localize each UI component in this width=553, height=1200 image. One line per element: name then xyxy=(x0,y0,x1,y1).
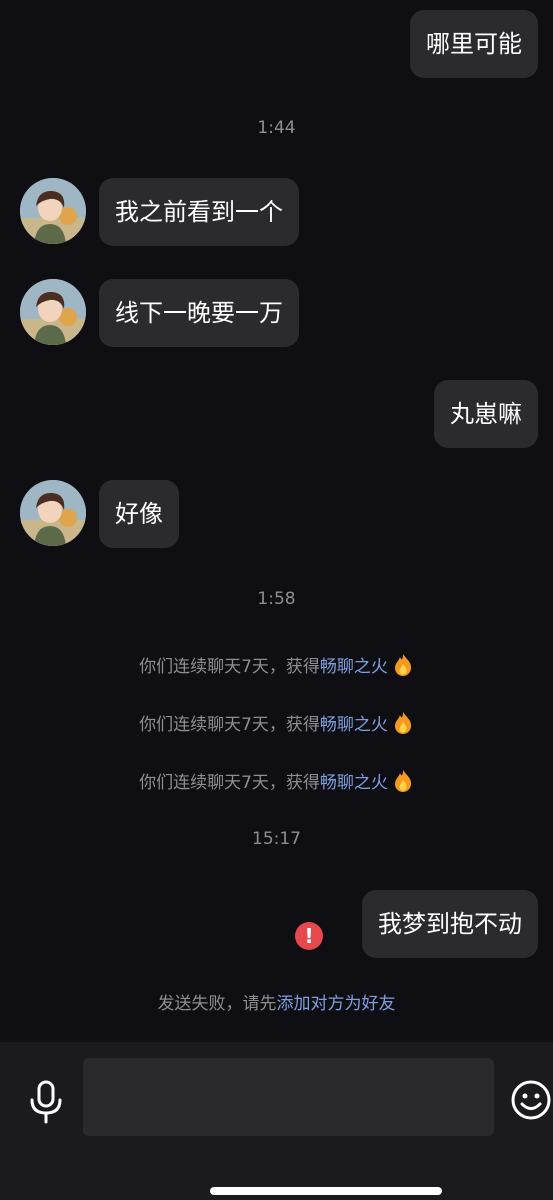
flame-icon xyxy=(394,654,412,676)
avatar-image xyxy=(20,279,86,345)
message-row-outgoing: 我梦到抱不动 xyxy=(0,890,553,960)
flame-icon xyxy=(394,770,412,792)
message-row-outgoing: 丸崽嘛 xyxy=(0,380,553,450)
message-bubble-outgoing[interactable]: 我梦到抱不动 xyxy=(362,890,538,958)
message-row-outgoing: 哪里可能 xyxy=(0,10,553,80)
contact-avatar[interactable] xyxy=(20,178,86,244)
message-row-incoming: 好像 xyxy=(0,480,553,550)
message-row-incoming: 线下一晚要一万 xyxy=(0,279,553,349)
system-notice: 你们连续聊天7天，获得畅聊之火 xyxy=(0,652,553,677)
contact-avatar[interactable] xyxy=(20,279,86,345)
message-bubble-outgoing[interactable]: 哪里可能 xyxy=(410,10,538,78)
message-bubble-incoming[interactable]: 好像 xyxy=(99,480,179,548)
system-notice: 你们连续聊天7天，获得畅聊之火 xyxy=(0,710,553,735)
system-notice-highlight[interactable]: 畅聊之火 xyxy=(320,657,388,677)
message-input[interactable] xyxy=(83,1058,494,1136)
system-notice-highlight[interactable]: 畅聊之火 xyxy=(320,773,388,793)
system-notice-text: 你们连续聊天7天，获得 xyxy=(139,773,320,793)
send-failure-text: 发送失败，请先 xyxy=(157,994,277,1014)
home-indicator xyxy=(210,1187,442,1195)
system-notice-text: 你们连续聊天7天，获得 xyxy=(139,715,320,735)
system-notice-text: 你们连续聊天7天，获得 xyxy=(139,657,320,677)
avatar-image xyxy=(20,178,86,244)
message-bubble-incoming[interactable]: 线下一晚要一万 xyxy=(99,279,299,347)
microphone-icon[interactable] xyxy=(26,1080,66,1124)
chat-area: 哪里可能 1:44 我之前看到一个 线下一晚要一万 丸崽嘛 好像 1:58 你们… xyxy=(0,0,553,1042)
system-notice: 你们连续聊天7天，获得畅聊之火 xyxy=(0,768,553,793)
emoji-icon[interactable] xyxy=(510,1079,552,1121)
avatar-image xyxy=(20,480,86,546)
message-row-incoming: 我之前看到一个 xyxy=(0,178,553,248)
send-failure-notice: 发送失败，请先添加对方为好友 xyxy=(0,989,553,1014)
message-bubble-incoming[interactable]: 我之前看到一个 xyxy=(99,178,299,246)
add-friend-link[interactable]: 添加对方为好友 xyxy=(277,994,396,1014)
send-failed-icon[interactable]: ! xyxy=(295,922,323,950)
system-notice-highlight[interactable]: 畅聊之火 xyxy=(320,715,388,735)
timestamp: 1:44 xyxy=(257,118,296,138)
flame-icon xyxy=(394,712,412,734)
timestamp: 15:17 xyxy=(252,829,301,849)
contact-avatar[interactable] xyxy=(20,480,86,546)
timestamp: 1:58 xyxy=(257,589,296,609)
message-bubble-outgoing[interactable]: 丸崽嘛 xyxy=(434,380,538,448)
